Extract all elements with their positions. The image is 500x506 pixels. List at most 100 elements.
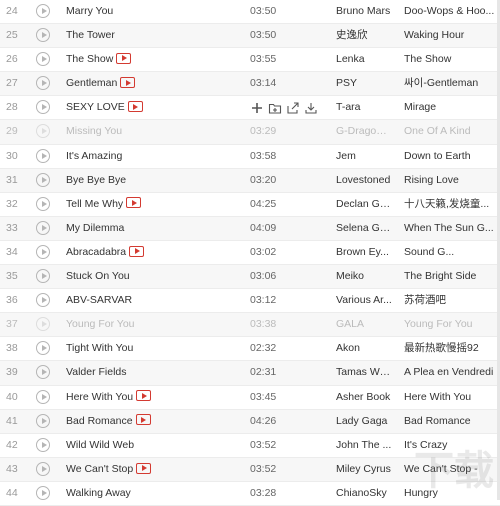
track-row[interactable]: 41Bad Romance04:26Lady GagaBad Romance xyxy=(0,410,500,434)
track-title[interactable]: Wild Wild Web xyxy=(66,439,134,451)
track-album[interactable]: The Show xyxy=(404,48,496,71)
track-title[interactable]: Young For You xyxy=(66,318,135,330)
play-icon[interactable] xyxy=(36,365,50,379)
track-artist[interactable]: G-Dragon/... xyxy=(336,120,392,143)
track-row[interactable]: 37Young For You03:38GALAYoung For You xyxy=(0,313,500,337)
play-icon[interactable] xyxy=(36,149,50,163)
track-album[interactable]: Down to Earth xyxy=(404,145,496,168)
track-row[interactable]: 25The Tower03:50史逸欣Waking Hour xyxy=(0,24,500,48)
track-artist[interactable]: Jem xyxy=(336,145,392,168)
track-album[interactable]: When The Sun G... xyxy=(404,217,496,240)
track-title[interactable]: Missing You xyxy=(66,125,122,137)
mv-icon[interactable] xyxy=(136,390,151,401)
track-artist[interactable]: Lovestoned xyxy=(336,169,392,192)
play-icon[interactable] xyxy=(36,462,50,476)
track-album[interactable]: Rising Love xyxy=(404,169,496,192)
track-artist[interactable]: ChianoSky xyxy=(336,482,392,505)
track-row[interactable]: 44Walking Away03:28ChianoSkyHungry xyxy=(0,482,500,506)
play-icon[interactable] xyxy=(36,124,50,138)
track-row[interactable]: 34Abracadabra03:02Brown Ey...Sound G... xyxy=(0,241,500,265)
play-icon[interactable] xyxy=(36,245,50,259)
track-title[interactable]: SEXY LOVE xyxy=(66,101,125,113)
track-album[interactable]: Hungry xyxy=(404,482,496,505)
track-title[interactable]: Bye Bye Bye xyxy=(66,174,126,186)
track-album[interactable]: Mirage xyxy=(404,96,496,119)
download-icon[interactable] xyxy=(304,101,318,115)
track-title[interactable]: Valder Fields xyxy=(66,366,127,378)
play-icon[interactable] xyxy=(36,390,50,404)
play-icon[interactable] xyxy=(36,269,50,283)
play-icon[interactable] xyxy=(36,486,50,500)
mv-icon[interactable] xyxy=(120,77,135,88)
mv-icon[interactable] xyxy=(129,246,144,257)
track-artist[interactable]: Lenka xyxy=(336,48,392,71)
track-title[interactable]: Tell Me Why xyxy=(66,198,123,210)
play-icon[interactable] xyxy=(36,438,50,452)
mv-icon[interactable] xyxy=(116,53,131,64)
track-album[interactable]: 十八天籁,发烧童... xyxy=(404,193,496,216)
track-row[interactable]: 40Here With You03:45Asher BookHere With … xyxy=(0,386,500,410)
track-artist[interactable]: Meiko xyxy=(336,265,392,288)
track-album[interactable]: Sound G... xyxy=(404,241,496,264)
track-row[interactable]: 26The Show03:55LenkaThe Show xyxy=(0,48,500,72)
track-row[interactable]: 30It's Amazing03:58JemDown to Earth xyxy=(0,145,500,169)
track-title[interactable]: My Dilemma xyxy=(66,222,124,234)
play-icon[interactable] xyxy=(36,293,50,307)
track-album[interactable]: 苏荷酒吧 xyxy=(404,289,496,312)
track-title[interactable]: Gentleman xyxy=(66,77,117,89)
play-icon[interactable] xyxy=(36,4,50,18)
play-icon[interactable] xyxy=(36,414,50,428)
track-artist[interactable]: Tamas Wells xyxy=(336,361,392,384)
track-row[interactable]: 24Marry You03:50Bruno MarsDoo-Wops & Hoo… xyxy=(0,0,500,24)
mv-icon[interactable] xyxy=(136,414,151,425)
track-album[interactable]: The Bright Side xyxy=(404,265,496,288)
track-row[interactable]: 29Missing You03:29G-Dragon/...One Of A K… xyxy=(0,120,500,144)
track-row[interactable]: 42Wild Wild Web03:52John The ...It's Cra… xyxy=(0,434,500,458)
track-artist[interactable]: Declan Ga... xyxy=(336,193,392,216)
track-artist[interactable]: Bruno Mars xyxy=(336,0,392,23)
play-icon[interactable] xyxy=(36,76,50,90)
track-title[interactable]: The Show xyxy=(66,53,113,65)
share-icon[interactable] xyxy=(286,101,300,115)
track-title[interactable]: The Tower xyxy=(66,29,115,41)
play-icon[interactable] xyxy=(36,341,50,355)
track-title[interactable]: Marry You xyxy=(66,5,113,17)
play-icon[interactable] xyxy=(36,100,50,114)
track-artist[interactable]: Miley Cyrus xyxy=(336,458,392,481)
play-icon[interactable] xyxy=(36,197,50,211)
track-artist[interactable]: T-ara xyxy=(336,96,392,119)
track-artist[interactable]: 史逸欣 xyxy=(336,24,392,47)
add-icon[interactable] xyxy=(250,101,264,115)
track-album[interactable]: We Can't Stop - xyxy=(404,458,496,481)
track-album[interactable]: Young For You xyxy=(404,313,496,336)
track-title[interactable]: Abracadabra xyxy=(66,246,126,258)
track-artist[interactable]: PSY xyxy=(336,72,392,95)
play-icon[interactable] xyxy=(36,52,50,66)
track-row[interactable]: 31Bye Bye Bye03:20LovestonedRising Love xyxy=(0,169,500,193)
track-album[interactable]: Here With You xyxy=(404,386,496,409)
play-icon[interactable] xyxy=(36,173,50,187)
track-album[interactable]: Waking Hour xyxy=(404,24,496,47)
track-row[interactable]: 38Tight With You02:32Akon最新热歌慢摇92 xyxy=(0,337,500,361)
track-title[interactable]: It's Amazing xyxy=(66,150,122,162)
track-title[interactable]: Bad Romance xyxy=(66,415,133,427)
track-row[interactable]: 28SEXY LOVET-araMirage xyxy=(0,96,500,120)
track-album[interactable]: 싸이-Gentleman xyxy=(404,72,496,95)
track-row[interactable]: 43We Can't Stop03:52Miley CyrusWe Can't … xyxy=(0,458,500,482)
track-title[interactable]: We Can't Stop xyxy=(66,463,133,475)
track-title[interactable]: Walking Away xyxy=(66,487,131,499)
track-title[interactable]: ABV-SARVAR xyxy=(66,294,132,306)
track-artist[interactable]: John The ... xyxy=(336,434,392,457)
track-artist[interactable]: Selena Go... xyxy=(336,217,392,240)
track-title[interactable]: Here With You xyxy=(66,391,133,403)
track-artist[interactable]: GALA xyxy=(336,313,392,336)
mv-icon[interactable] xyxy=(136,463,151,474)
track-row[interactable]: 36ABV-SARVAR03:12Various Ar...苏荷酒吧 xyxy=(0,289,500,313)
track-album[interactable]: 最新热歌慢摇92 xyxy=(404,337,496,360)
track-album[interactable]: It's Crazy xyxy=(404,434,496,457)
track-row[interactable]: 35Stuck On You03:06MeikoThe Bright Side xyxy=(0,265,500,289)
play-icon[interactable] xyxy=(36,28,50,42)
track-album[interactable]: A Plea en Vendredi xyxy=(404,361,496,384)
track-artist[interactable]: Brown Ey... xyxy=(336,241,392,264)
track-row[interactable]: 27Gentleman03:14PSY싸이-Gentleman xyxy=(0,72,500,96)
